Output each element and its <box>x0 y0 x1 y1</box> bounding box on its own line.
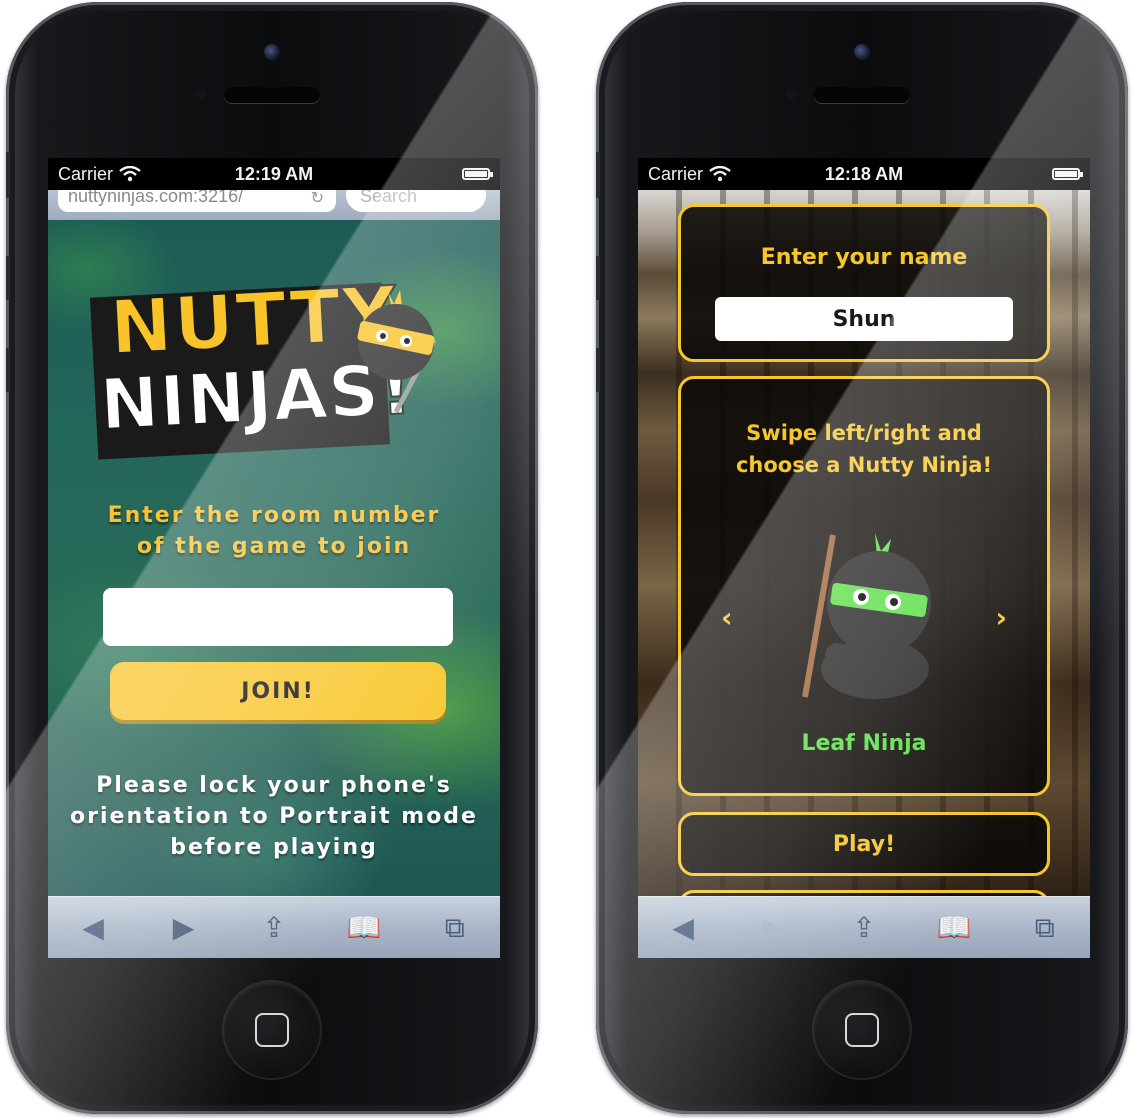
ninja-select-line-2: choose a Nutty Ninja! <box>735 453 993 477</box>
tabs-icon[interactable]: ⧉ <box>1025 908 1065 948</box>
screen-left: Carrier 12:19 AM nuttyninjas.com:3216/ ↻… <box>48 158 500 958</box>
phone-frame-left: Carrier 12:19 AM nuttyninjas.com:3216/ ↻… <box>6 2 538 1114</box>
volume-down-button <box>596 348 600 392</box>
status-bar: Carrier 12:18 AM <box>638 158 1090 190</box>
mute-switch <box>596 152 600 198</box>
battery-icon <box>1052 168 1083 180</box>
bookmarks-icon[interactable]: 📖 <box>344 908 384 948</box>
room-prompt-line-1: Enter the room number <box>107 503 441 528</box>
room-prompt: Enter the room number of the game to joi… <box>48 500 500 562</box>
leaf-ninja-character-icon <box>802 533 931 699</box>
volume-down-button <box>6 348 10 392</box>
screen-right: Carrier 12:18 AM Enter your name Swipe l… <box>638 158 1090 958</box>
tabs-icon[interactable]: ⧉ <box>435 908 475 948</box>
search-placeholder: Search <box>360 190 418 206</box>
safari-toolbar: ◀ ▶ ⇪ 📖 ⧉ <box>48 896 500 958</box>
join-button[interactable]: JOIN! <box>110 662 446 720</box>
proximity-sensor <box>196 89 206 99</box>
battery-icon <box>462 168 493 180</box>
chevron-right-icon[interactable]: › <box>995 601 1007 634</box>
address-bar: nuttyninjas.com:3216/ ↻ Search <box>48 190 500 220</box>
ninja-mascot-icon <box>357 290 437 414</box>
player-name-input[interactable] <box>715 297 1013 341</box>
home-button[interactable] <box>814 982 910 1078</box>
chevron-left-icon[interactable]: ‹ <box>721 601 733 634</box>
ninja-select-line-1: Swipe left/right and <box>746 421 982 445</box>
play-button[interactable]: Play! <box>678 812 1050 876</box>
nutty-ninjas-logo: NUTTY NINJAS! <box>89 270 437 468</box>
mute-switch <box>6 152 10 198</box>
ninja-select-panel[interactable]: Swipe left/right and choose a Nutty Ninj… <box>678 376 1050 796</box>
forward-arrow-icon[interactable]: ▶ <box>754 908 794 948</box>
name-panel-title: Enter your name <box>760 245 968 270</box>
status-time: 12:18 AM <box>824 163 904 184</box>
orientation-message-line-2: orientation to Portrait mode <box>70 804 478 829</box>
volume-up-button <box>6 256 10 300</box>
play-button-label: Play! <box>832 831 896 857</box>
phone-frame-right: Carrier 12:18 AM Enter your name Swipe l… <box>596 2 1128 1114</box>
selected-ninja-name: Leaf Ninja <box>801 731 927 756</box>
volume-up-button <box>596 256 600 300</box>
orientation-message-line-1: Please lock your phone's <box>96 773 452 798</box>
status-bar: Carrier 12:19 AM <box>48 158 500 190</box>
room-prompt-line-2: of the game to join <box>136 534 412 559</box>
front-camera <box>854 44 870 60</box>
jungle-background: nuttyninjas.com:3216/ ↻ Search NUTTY NIN… <box>48 190 500 896</box>
back-arrow-icon[interactable]: ◀ <box>663 908 703 948</box>
url-field[interactable]: nuttyninjas.com:3216/ ↻ <box>58 190 336 212</box>
back-arrow-icon[interactable]: ◀ <box>73 908 113 948</box>
safari-toolbar: ◀ ▶ ⇪ 📖 ⧉ <box>638 896 1090 958</box>
forward-arrow-icon[interactable]: ▶ <box>164 908 204 948</box>
share-icon[interactable]: ⇪ <box>254 908 294 948</box>
dojo-background: Enter your name Swipe left/right and cho… <box>638 190 1090 896</box>
orientation-message-line-3: before playing <box>170 835 378 860</box>
ninja-select-instructions: Swipe left/right and choose a Nutty Ninj… <box>681 417 1047 481</box>
front-camera <box>264 44 280 60</box>
proximity-sensor <box>786 89 796 99</box>
search-field[interactable]: Search <box>346 190 486 212</box>
earpiece-speaker <box>814 87 910 103</box>
earpiece-speaker <box>224 87 320 103</box>
room-number-input[interactable] <box>103 588 453 646</box>
orientation-message: Please lock your phone's orientation to … <box>48 770 500 863</box>
bookmarks-icon[interactable]: 📖 <box>934 908 974 948</box>
reload-icon[interactable]: ↻ <box>311 190 324 208</box>
url-text: nuttyninjas.com:3216/ <box>68 190 244 206</box>
home-button[interactable] <box>224 982 320 1078</box>
status-time: 12:19 AM <box>234 163 314 184</box>
name-panel: Enter your name <box>678 204 1050 362</box>
share-icon[interactable]: ⇪ <box>844 908 884 948</box>
